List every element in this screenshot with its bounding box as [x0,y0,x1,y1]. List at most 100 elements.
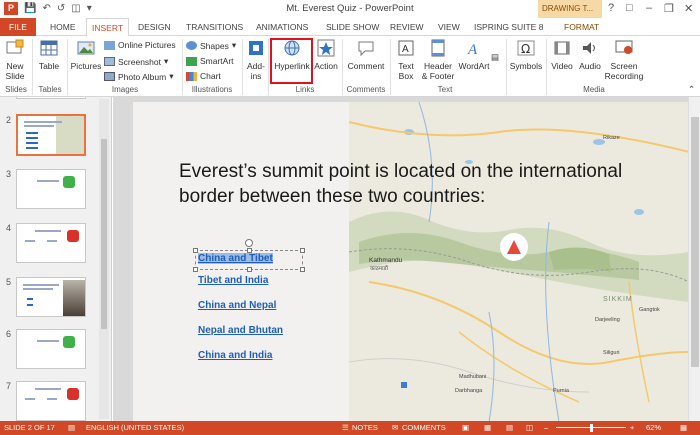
text-box-button[interactable]: A Text Box [394,39,418,81]
normal-view-icon[interactable]: ▣ [462,421,469,435]
tab-ispring-suite[interactable]: ISPRING SUITE 8 [474,18,543,36]
restore-icon[interactable]: ❐ [664,2,674,15]
tab-design[interactable]: DESIGN [138,18,171,36]
resize-handle[interactable] [247,267,252,272]
tab-review[interactable]: REVIEW [390,18,424,36]
slide-thumbnail-2[interactable] [16,114,86,156]
comment-icon [358,41,374,57]
scrollbar-thumb[interactable] [691,117,699,367]
photo-album-button[interactable]: Photo Album ▾ [104,71,173,82]
slide-vertical-scrollbar[interactable] [688,97,700,421]
slide-thumbnail-7[interactable] [16,381,86,421]
tab-file[interactable]: FILE [0,18,36,36]
answer-link-5[interactable]: China and India [198,350,272,361]
slide-thumbnail-6[interactable] [16,329,86,369]
header-footer-button[interactable]: Header & Footer [420,39,456,81]
audio-button[interactable]: Audio [576,39,604,71]
thumb-link [26,147,38,149]
help-icon[interactable]: ? [608,2,614,14]
scrollbar-thumb[interactable] [101,139,107,329]
smartart-label: SmartArt [200,56,234,66]
tab-insert[interactable]: INSERT [86,18,130,37]
map-label-madhubani: Madhubani [459,374,487,380]
notes-icon[interactable]: ☰ [342,421,349,435]
ribbon-display-icon[interactable]: □ [626,2,633,14]
drawing-tools-tab-group: DRAWING T... [538,0,602,18]
comment-button[interactable]: Comment [346,39,386,71]
addins-button[interactable]: Add- ins [245,39,267,81]
comments-icon[interactable]: ✉ [392,421,398,435]
zoom-in-icon[interactable]: + [630,421,634,435]
pictures-button[interactable]: Pictures [70,39,102,71]
rotate-handle-icon[interactable] [245,239,253,247]
video-button[interactable]: Video [549,39,575,71]
screenshot-label: Screenshot [118,56,161,67]
slide-number-5: 5 [6,277,12,287]
slideshow-view-icon[interactable]: ◫ [526,421,533,435]
minimize-icon[interactable]: – [646,2,652,14]
slide-thumbnail-4[interactable] [16,223,86,263]
pictures-icon [77,41,95,55]
online-pictures-button[interactable]: Online Pictures [104,40,176,50]
resize-handle[interactable] [300,248,305,253]
group-separator [546,39,547,95]
close-icon[interactable]: ✕ [684,2,693,15]
comment-label: Comment [347,61,385,71]
answer-link-4[interactable]: Nepal and Bhutan [198,325,283,336]
spellcheck-icon[interactable]: ▤ [68,421,75,435]
tab-animations[interactable]: ANIMATIONS [256,18,308,36]
text-extra-button[interactable]: ▤ [491,52,499,63]
collapse-ribbon-button[interactable]: ⌃ [688,84,695,95]
slide-thumbnail-3[interactable] [16,169,86,209]
thumbs-down-icon [67,230,79,242]
online-pictures-label: Online Pictures [118,40,176,50]
chart-button[interactable]: Chart [186,71,221,81]
map-label-rikaze: Rikaze [603,135,620,141]
answer-link-1[interactable]: China and Tibet [198,253,273,264]
wordart-button[interactable]: A WordArt [457,39,491,71]
symbols-button[interactable]: Ω Symbols [509,39,543,71]
answer-link-2[interactable]: Tibet and India [198,275,268,286]
tab-slide-show[interactable]: SLIDE SHOW [326,18,379,36]
comments-button[interactable]: COMMENTS [402,421,446,435]
smartart-button[interactable]: SmartArt [186,56,234,66]
thumb-line [35,230,61,232]
slide-thumbnail-5[interactable] [16,277,86,317]
tab-format[interactable]: FORMAT [564,18,599,36]
table-label: Table [38,61,60,71]
action-star-icon [317,39,335,57]
group-label-slides: Slides [5,85,27,94]
language-indicator[interactable]: ENGLISH (UNITED STATES) [86,421,184,435]
answer-link-3[interactable]: China and Nepal [198,300,276,311]
photo-album-icon [104,72,115,81]
new-slide-button[interactable]: New Slide [2,39,28,81]
resize-handle[interactable] [193,267,198,272]
notes-button[interactable]: NOTES [352,421,378,435]
tab-transitions[interactable]: TRANSITIONS [186,18,243,36]
screenshot-button[interactable]: Screenshot ▾ [104,56,168,67]
zoom-level[interactable]: 62% [646,421,661,435]
tab-home[interactable]: HOME [50,18,76,36]
zoom-slider-thumb[interactable] [590,424,593,432]
thumbnail-scrollbar[interactable] [99,99,109,419]
resize-handle[interactable] [300,267,305,272]
slide-sorter-view-icon[interactable]: ▦ [484,421,491,435]
group-label-comments: Comments [346,85,386,94]
audio-label: Audio [579,61,601,71]
screen-recording-button[interactable]: Screen Recording [604,39,644,81]
group-separator [506,39,507,95]
tab-view[interactable]: VIEW [438,18,460,36]
new-slide-label: New Slide [5,61,25,81]
thumb-line [35,388,61,390]
action-button[interactable]: Action [313,39,339,71]
fit-slide-icon[interactable]: ▦ [680,421,687,435]
table-button[interactable]: Table [35,39,63,71]
zoom-out-icon[interactable]: – [544,421,548,435]
reading-view-icon[interactable]: ▤ [506,421,513,435]
thumb-line [25,240,35,242]
slide-thumbnail-1[interactable] [16,97,86,99]
text-box-icon: A [398,40,414,56]
text-box-label: Text Box [398,61,414,81]
smartart-icon [186,56,197,66]
shapes-button[interactable]: Shapes ▾ [186,40,236,51]
